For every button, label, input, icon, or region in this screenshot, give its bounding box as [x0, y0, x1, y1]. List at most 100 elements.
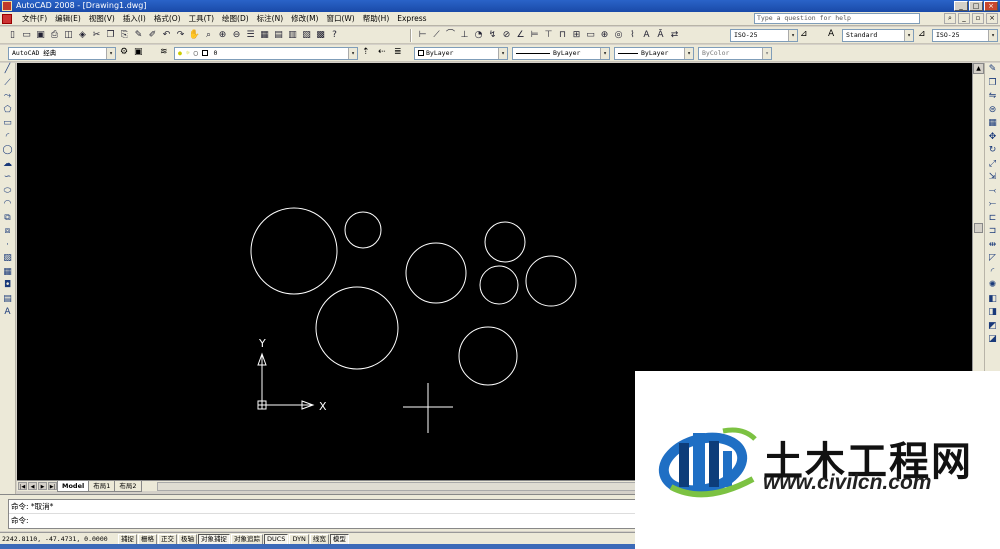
- workspace-settings-icon[interactable]: ⚙: [120, 47, 128, 57]
- arc-icon[interactable]: ◜: [1, 131, 15, 144]
- chamfer-icon[interactable]: ◸: [986, 252, 1000, 265]
- pan-icon[interactable]: ✋: [188, 29, 201, 42]
- array-icon[interactable]: ▦: [986, 117, 1000, 130]
- arc-length-icon[interactable]: ⌒: [444, 29, 457, 42]
- tolerance-icon[interactable]: ▭: [584, 29, 597, 42]
- copy-object-icon[interactable]: ❐: [986, 77, 1000, 90]
- draworder-icon[interactable]: ◧: [986, 293, 1000, 306]
- next-tab-icon[interactable]: ▶: [38, 482, 47, 490]
- ellipse-icon[interactable]: ⬭: [1, 185, 15, 198]
- send-back-icon[interactable]: ◩: [986, 320, 1000, 333]
- baseline-dim-icon[interactable]: ⊤: [542, 29, 555, 42]
- tab-layout2[interactable]: 布局2: [114, 481, 142, 492]
- scale-icon[interactable]: ⤢: [986, 158, 1000, 171]
- copy-icon[interactable]: ❐: [104, 29, 117, 42]
- scroll-up-icon[interactable]: ▲: [973, 63, 984, 74]
- layer-properties-icon[interactable]: ≋: [160, 47, 168, 57]
- revision-cloud-icon[interactable]: ☁: [1, 158, 15, 171]
- rotate-icon[interactable]: ↻: [986, 144, 1000, 157]
- calculator-icon[interactable]: ▩: [314, 29, 327, 42]
- circle-entity[interactable]: [344, 211, 382, 249]
- ordinate-dim-icon[interactable]: ⊥: [458, 29, 471, 42]
- workspace-select[interactable]: AutoCAD 经典 ▾: [8, 47, 116, 60]
- circle-entity[interactable]: [405, 242, 467, 304]
- publish-icon[interactable]: ◈: [76, 29, 89, 42]
- menu-express[interactable]: Express: [393, 13, 430, 25]
- circle-icon[interactable]: ◯: [1, 144, 15, 157]
- rectangle-icon[interactable]: ▭: [1, 117, 15, 130]
- menu-edit[interactable]: 编辑(E): [51, 13, 85, 25]
- plot-icon[interactable]: ⎙: [48, 29, 61, 42]
- doc-restore-button[interactable]: ▫: [972, 13, 984, 24]
- circle-entity[interactable]: [484, 221, 526, 263]
- preview-icon[interactable]: ◫: [62, 29, 75, 42]
- document-icon[interactable]: [2, 14, 12, 24]
- plotstyle-select[interactable]: ByColor ▾: [698, 47, 772, 60]
- color-select[interactable]: ByLayer ▾: [414, 47, 508, 60]
- ellipse-arc-icon[interactable]: ◠: [1, 198, 15, 211]
- open-icon[interactable]: ▭: [20, 29, 33, 42]
- gradient-icon[interactable]: ▦: [1, 266, 15, 279]
- undo-icon[interactable]: ↶: [160, 29, 173, 42]
- make-current-layer-icon[interactable]: ⇡: [362, 47, 370, 57]
- dim-edit-icon[interactable]: A: [640, 29, 653, 42]
- menu-draw[interactable]: 绘图(D): [218, 13, 253, 25]
- scroll-thumb[interactable]: [974, 223, 983, 233]
- menu-modify[interactable]: 修改(M): [287, 13, 322, 25]
- menu-window[interactable]: 窗口(W): [322, 13, 358, 25]
- linetype-select[interactable]: ByLayer ▾: [512, 47, 610, 60]
- menu-file[interactable]: 文件(F): [18, 13, 51, 25]
- markup-icon[interactable]: ▧: [300, 29, 313, 42]
- polyline-icon[interactable]: ⤳: [1, 90, 15, 103]
- text-style-icon[interactable]: A: [828, 29, 834, 39]
- continue-dim-icon[interactable]: ⊓: [556, 29, 569, 42]
- last-tab-icon[interactable]: ▶|: [48, 482, 57, 490]
- linear-dim-icon[interactable]: ⊢: [416, 29, 429, 42]
- mirror-icon[interactable]: ⇋: [986, 90, 1000, 103]
- aligned-dim-icon[interactable]: ⟋: [430, 29, 443, 42]
- match-properties-icon[interactable]: ✎: [132, 29, 145, 42]
- menu-view[interactable]: 视图(V): [85, 13, 119, 25]
- coordinates-readout[interactable]: 2242.8110, -47.4731, 0.0000: [2, 534, 108, 544]
- menu-tools[interactable]: 工具(T): [185, 13, 218, 25]
- doc-close-button[interactable]: ×: [986, 13, 998, 24]
- restore-button[interactable]: □: [969, 1, 983, 11]
- redo-icon[interactable]: ↷: [174, 29, 187, 42]
- prev-tab-icon[interactable]: ◀: [28, 482, 37, 490]
- search-icon[interactable]: ⌕: [944, 13, 956, 24]
- move-icon[interactable]: ✥: [986, 131, 1000, 144]
- textstyle-select[interactable]: Standard ▾: [842, 29, 914, 42]
- stretch-icon[interactable]: ⇲: [986, 171, 1000, 184]
- zoom-window-icon[interactable]: ⊕: [216, 29, 229, 42]
- construction-line-icon[interactable]: ⟋: [1, 77, 15, 90]
- cut-icon[interactable]: ✂: [90, 29, 103, 42]
- mtext-icon[interactable]: A: [1, 306, 15, 319]
- radius-dim-icon[interactable]: ◔: [472, 29, 485, 42]
- doc-minimize-button[interactable]: _: [958, 13, 970, 24]
- tablestyle-select[interactable]: ISO-25 ▾: [932, 29, 998, 42]
- insert-block-icon[interactable]: ⧉: [1, 212, 15, 225]
- dim-update-icon[interactable]: ⇄: [668, 29, 681, 42]
- circle-entity[interactable]: [250, 207, 338, 295]
- layer-states-icon[interactable]: ≣: [394, 47, 402, 57]
- menu-insert[interactable]: 插入(I): [119, 13, 150, 25]
- dimstyle-select[interactable]: ISO-25 ▾: [730, 29, 798, 42]
- break-icon[interactable]: ⊐: [986, 225, 1000, 238]
- explode-icon[interactable]: ✺: [986, 279, 1000, 292]
- polygon-icon[interactable]: ⬠: [1, 104, 15, 117]
- spline-icon[interactable]: ∽: [1, 171, 15, 184]
- center-mark-icon[interactable]: ⊕: [598, 29, 611, 42]
- save-icon[interactable]: ▣: [34, 29, 47, 42]
- first-tab-icon[interactable]: |◀: [18, 482, 27, 490]
- minimize-button[interactable]: _: [954, 1, 968, 11]
- circle-entity[interactable]: [315, 286, 399, 370]
- tab-model[interactable]: Model: [57, 481, 90, 492]
- point-icon[interactable]: ·: [1, 239, 15, 252]
- close-button[interactable]: ×: [984, 1, 998, 11]
- circle-entity[interactable]: [458, 326, 518, 386]
- help-icon[interactable]: ?: [328, 29, 341, 42]
- diameter-dim-icon[interactable]: ⊘: [500, 29, 513, 42]
- line-icon[interactable]: ╱: [1, 63, 15, 76]
- menu-format[interactable]: 格式(O): [150, 13, 185, 25]
- tool-palettes-icon[interactable]: ▤: [272, 29, 285, 42]
